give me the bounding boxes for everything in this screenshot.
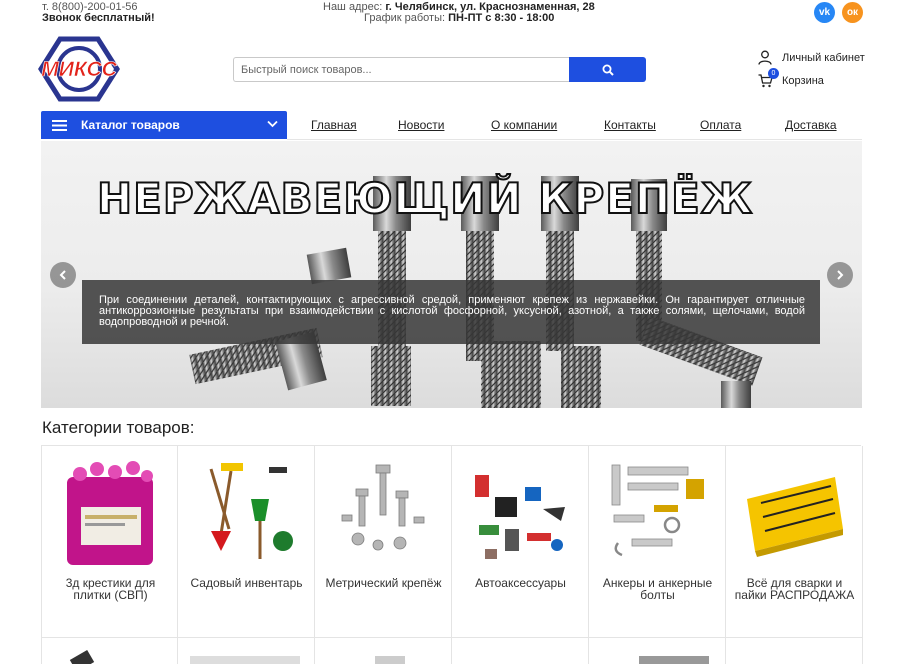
category-card[interactable]: Всё для сварки и пайки РАСПРОДАЖА <box>726 446 863 638</box>
catalog-label: Каталог товаров <box>81 118 180 132</box>
nav-about[interactable]: О компании <box>491 118 557 132</box>
chevron-right-icon <box>837 270 844 280</box>
category-image-partial <box>69 649 95 664</box>
banner-caption: При соединении деталей, контактирующих с… <box>82 280 820 344</box>
anchors-image <box>611 464 704 557</box>
category-card[interactable]: Анкеры и анкерные болты <box>589 446 726 638</box>
hours-label: График работы: <box>364 12 449 24</box>
category-image-partial <box>639 656 709 664</box>
tile-spacers-image <box>67 461 153 565</box>
category-card[interactable]: 3д крестики для плитки (СВП) <box>41 446 178 638</box>
categories-grid: 3д крестики для плитки (СВП) Садовый инв… <box>41 445 863 664</box>
top-info-bar: т. 8(800)-200-01-56 Звонок бесплатный! Н… <box>0 0 916 28</box>
odnoklassniki-icon[interactable]: ок <box>842 2 863 23</box>
category-card-partial[interactable] <box>726 638 863 664</box>
free-call-note: Звонок бесплатный! <box>42 12 155 24</box>
nav-contacts[interactable]: Контакты <box>604 118 656 132</box>
search-icon <box>602 64 614 76</box>
search-bar <box>233 57 646 82</box>
search-button[interactable] <box>569 57 646 82</box>
nav-delivery[interactable]: Доставка <box>785 118 837 132</box>
garden-tools-image <box>209 463 293 559</box>
account-link[interactable]: Личный кабинет <box>758 50 865 65</box>
hours-value: ПН-ПТ с 8:30 - 18:00 <box>448 12 555 24</box>
category-card-partial[interactable] <box>41 638 178 664</box>
search-input[interactable] <box>233 57 570 82</box>
main-nav: Главная Новости О компании Контакты Опла… <box>287 111 862 140</box>
user-icon <box>758 50 772 65</box>
site-logo[interactable]: МИКСС <box>36 36 122 102</box>
hamburger-icon <box>52 119 67 131</box>
working-hours: График работы: ПН-ПТ с 8:30 - 18:00 <box>364 12 554 24</box>
category-name: 3д крестики для плитки (СВП) <box>65 576 156 602</box>
cart-link[interactable]: 0 Корзина <box>758 68 824 88</box>
cart-label: Корзина <box>782 75 824 87</box>
logo-text: МИКСС <box>41 58 117 81</box>
bolts-icon <box>341 464 425 551</box>
chevron-down-icon <box>267 120 278 128</box>
category-card-partial[interactable] <box>452 638 589 664</box>
nav-home[interactable]: Главная <box>311 118 357 132</box>
hero-banner: НЕРЖАВЕЮЩИЙ КРЕПЁЖ При соединении детале… <box>41 141 862 408</box>
category-name: Всё для сварки и пайки РАСПРОДАЖА <box>734 576 855 602</box>
nav-payment[interactable]: Оплата <box>700 118 741 132</box>
category-name: Анкеры и анкерные болты <box>602 576 713 602</box>
category-name: Садовый инвентарь <box>190 576 303 590</box>
chevron-left-icon <box>59 270 66 280</box>
vk-icon[interactable]: vk <box>814 2 835 23</box>
account-label: Личный кабинет <box>782 51 865 64</box>
car-accessories-image <box>475 475 565 559</box>
category-card-partial[interactable] <box>589 638 726 664</box>
categories-heading: Категории товаров: <box>42 418 195 437</box>
category-card[interactable]: Метрический крепёж <box>315 446 452 638</box>
welding-electrodes-image <box>747 477 843 557</box>
category-name: Метрический крепёж <box>325 576 442 590</box>
category-card-partial[interactable] <box>315 638 452 664</box>
slider-next-button[interactable] <box>827 262 853 288</box>
slider-prev-button[interactable] <box>50 262 76 288</box>
banner-text: При соединении деталей, контактирующих с… <box>99 294 805 328</box>
category-card[interactable]: Садовый инвентарь <box>178 446 315 638</box>
nav-news[interactable]: Новости <box>398 118 444 132</box>
catalog-menu-button[interactable]: Каталог товаров <box>41 111 287 139</box>
cart-count-badge: 0 <box>768 68 779 79</box>
category-image-partial <box>190 656 300 664</box>
banner-title: НЕРЖАВЕЮЩИЙ КРЕПЁЖ <box>96 173 754 224</box>
category-image-partial <box>375 656 405 664</box>
category-card[interactable]: Автоаксессуары <box>452 446 589 638</box>
category-card-partial[interactable] <box>178 638 315 664</box>
category-name: Автоаксессуары <box>475 576 566 590</box>
